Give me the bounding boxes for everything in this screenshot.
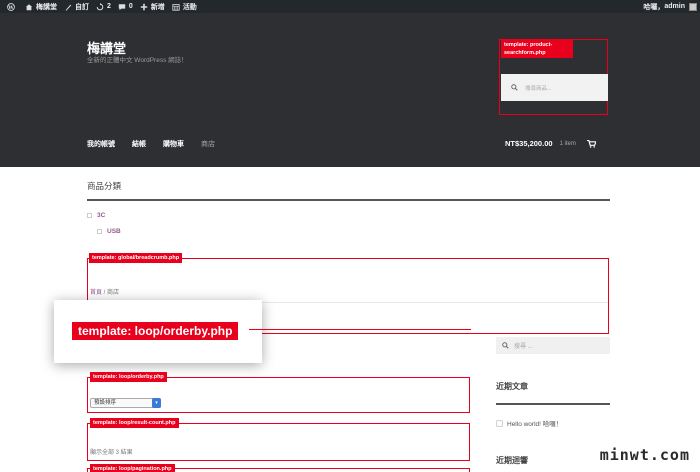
search-icon [502, 342, 509, 349]
sidebar-search-placeholder: 搜尋 ... [514, 344, 533, 350]
result-count-text: 顯示全部 3 結果 [90, 450, 133, 456]
plus-icon [140, 3, 148, 10]
zoom-callout: template: loop/orderby.php [54, 300, 262, 363]
search-icon [511, 84, 518, 91]
category-label: 3C [97, 212, 106, 219]
cart-icon [586, 139, 596, 148]
comments-count: 0 [128, 3, 133, 10]
result-count-template-tag: template: loop/result-count.php [90, 418, 179, 428]
comment-icon [118, 3, 126, 10]
breadcrumb-home-link[interactable]: 首頁 [90, 290, 102, 296]
category-bullet [97, 229, 102, 234]
home-icon [25, 3, 33, 10]
chevron-down-icon: ▾ [152, 398, 161, 408]
recent-comments-title: 近期迴響 [496, 456, 528, 465]
cart-count: 1 item [559, 140, 576, 147]
product-search-input[interactable]: 搜尋商品... [501, 74, 608, 101]
post-icon [496, 419, 503, 427]
nav-item-checkout[interactable]: 結帳 [132, 139, 146, 149]
zoom-connector-line [262, 329, 471, 330]
section-divider [87, 199, 610, 201]
new-label: 新增 [150, 3, 165, 11]
avatar [689, 2, 697, 11]
recent-posts-title: 近期文章 [496, 382, 528, 391]
customize-label: 自訂 [75, 3, 89, 11]
wp-logo-menu[interactable]: W [7, 0, 18, 13]
site-name-label: 梅講堂 [36, 3, 57, 11]
recent-post-item[interactable]: Hello world! 哈囉！ [496, 418, 562, 428]
nav-item-shop[interactable]: 商店 [201, 139, 215, 149]
comments-menu[interactable]: 0 [118, 0, 133, 13]
site-name-menu[interactable]: 梅講堂 [25, 0, 57, 13]
admin-bar: W 梅講堂 自訂 2 0 新增 活動 哈囉， admin [0, 0, 700, 13]
orderby-select[interactable]: 預設排序 ▾ [90, 398, 161, 408]
category-bullet [87, 213, 92, 218]
product-categories-title: 商品分類 [87, 181, 122, 191]
watermark: minwt.com [599, 446, 690, 464]
site-description: 全新的正體中文 WordPress 網誌！ [87, 57, 188, 64]
customize-menu[interactable]: 自訂 [64, 0, 89, 13]
calendar-icon [172, 3, 180, 11]
product-search-placeholder: 搜尋商品... [525, 85, 552, 92]
brush-icon [65, 4, 72, 11]
new-content-menu[interactable]: 新增 [140, 0, 165, 13]
pagination-template-tag: template: loop/pagination.php [90, 464, 175, 472]
zoom-orderby-template-tag: template: loop/orderby.php [72, 322, 239, 340]
nav-item-my-account[interactable]: 我的帳號 [87, 139, 115, 149]
result-count-template-box [87, 423, 470, 461]
orderby-template-tag: template: loop/orderby.php [90, 372, 167, 382]
recent-post-link: Hello world! 哈囉！ [507, 421, 563, 428]
greeting-label: 哈囉， [643, 3, 665, 11]
breadcrumb: 首頁 / 商店 [90, 287, 119, 296]
wordpress-icon: W [7, 2, 15, 11]
recent-posts-divider [496, 403, 610, 405]
activity-label: 活動 [182, 3, 197, 11]
category-label: USB [107, 228, 121, 235]
category-item-3c[interactable]: 3C [87, 212, 105, 219]
breadcrumb-current: 商店 [107, 290, 120, 296]
breadcrumb-template-tag: template: global/breadcrumb.php [89, 253, 183, 263]
cart-total: NT$35,200.00 [505, 139, 553, 148]
zoom-connector-line [249, 329, 262, 330]
svg-text:W: W [7, 4, 14, 10]
updates-count: 2 [107, 3, 111, 10]
searchform-template-tag: template: product-searchform.php [501, 40, 573, 58]
nav-item-cart[interactable]: 購物車 [163, 139, 184, 149]
updates-menu[interactable]: 2 [96, 0, 111, 13]
refresh-icon [96, 2, 104, 10]
sidebar-search-input[interactable]: 搜尋 ... [496, 337, 610, 354]
header-cart[interactable]: NT$35,200.00 1 item [505, 139, 596, 148]
primary-navigation: 我的帳號 結帳 購物車 商店 [87, 139, 232, 149]
orderby-selected-value: 預設排序 [94, 400, 117, 406]
activity-menu[interactable]: 活動 [172, 0, 197, 13]
category-item-usb[interactable]: USB [97, 228, 121, 235]
my-account-menu[interactable]: 哈囉， admin [643, 0, 697, 13]
username-label: admin [664, 3, 685, 10]
